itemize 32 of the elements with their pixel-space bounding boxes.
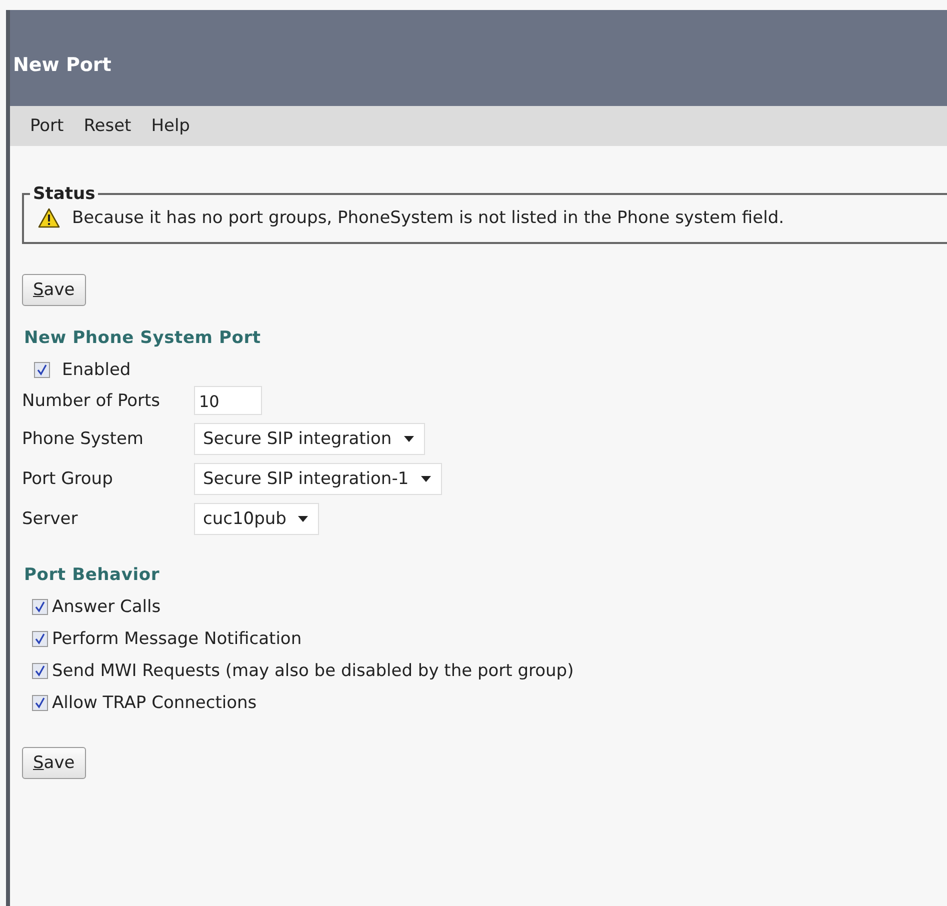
- checkbox-label: Enabled: [62, 360, 131, 380]
- checkbox[interactable]: [32, 631, 48, 647]
- input-field[interactable]: 10: [194, 386, 262, 415]
- status-message: Because it has no port groups, PhoneSystem is not listed in the Phone system field.: [72, 208, 784, 228]
- field-label: Number of Ports: [22, 390, 160, 410]
- checkbox[interactable]: [32, 663, 48, 679]
- field-label: Port Group: [22, 469, 113, 489]
- field-label: Server: [22, 509, 78, 529]
- checkbox-label: Perform Message Notification: [52, 629, 302, 649]
- checkbox-label: Send MWI Requests (may also be disabled by the port group): [52, 661, 574, 681]
- status-legend: Status: [30, 184, 98, 204]
- menu-item[interactable]: Help: [145, 114, 198, 138]
- checkbox[interactable]: [32, 695, 48, 711]
- checkbox[interactable]: [32, 599, 48, 615]
- menu-item[interactable]: Reset: [78, 114, 140, 138]
- section-heading: Port Behavior: [24, 565, 161, 585]
- dropdown[interactable]: cuc10pub: [194, 503, 320, 535]
- checkbox-label: Allow TRAP Connections: [52, 693, 257, 713]
- caret-icon: [298, 516, 308, 522]
- window-title: New Port: [12, 53, 112, 76]
- save-button[interactable]: Save: [22, 274, 86, 306]
- warning-icon: [38, 208, 60, 228]
- checkbox[interactable]: [34, 362, 50, 378]
- menu-item[interactable]: Port: [24, 114, 72, 138]
- caret-icon: [420, 476, 431, 482]
- field-label: Phone System: [22, 429, 144, 449]
- caret-icon: [404, 436, 414, 442]
- dropdown[interactable]: Secure SIP integration: [194, 423, 425, 455]
- dropdown[interactable]: Secure SIP integration-1: [194, 463, 442, 495]
- section-heading: New Phone System Port: [24, 328, 262, 348]
- checkbox-label: Answer Calls: [52, 597, 161, 617]
- save-button[interactable]: Save: [22, 747, 86, 779]
